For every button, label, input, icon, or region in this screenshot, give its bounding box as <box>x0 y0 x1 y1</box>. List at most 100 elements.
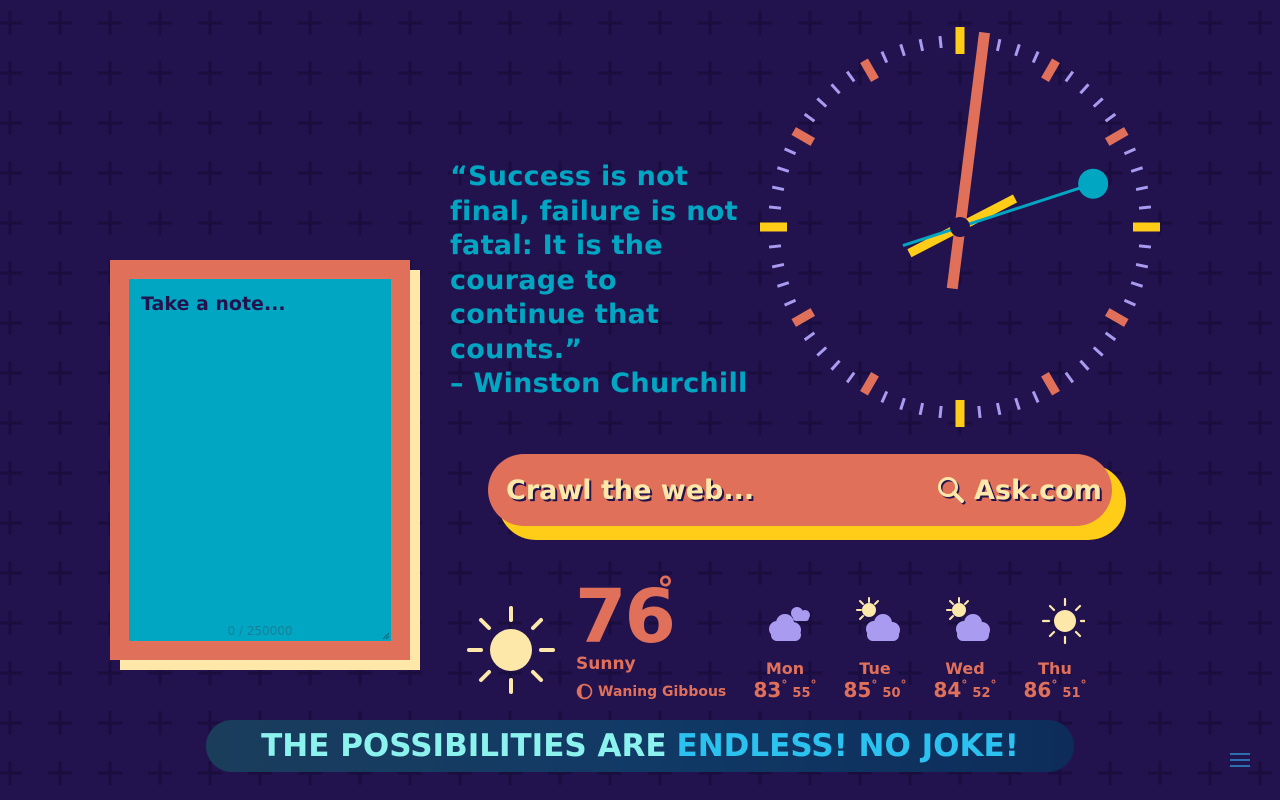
clock-hour-mark <box>791 308 816 327</box>
clock-minute-mark <box>995 402 1002 416</box>
clock-hour-mark <box>1041 371 1060 396</box>
moon-phase-label: Waning Gibbous <box>598 683 727 700</box>
forecast-temps: 83° 55° <box>745 678 825 702</box>
search-engine-label: Ask.com <box>974 474 1102 506</box>
quote-text: “Success is not final, failure is not fa… <box>450 161 738 365</box>
clock-minute-mark <box>1138 205 1152 210</box>
clock-minute-mark <box>1014 397 1021 411</box>
banner-text-part2: ENDLESS! NO JOKE! <box>676 728 1019 764</box>
forecast-high: 86 <box>1023 678 1052 702</box>
clock-hour-mark <box>1104 308 1129 327</box>
forecast-temps: 86° 51° <box>1015 678 1095 702</box>
moon-waning-gibbous-icon <box>576 683 593 700</box>
clock-second-hand <box>902 182 1094 247</box>
clock-minute-mark <box>1130 166 1144 173</box>
forecast-day-label: Thu <box>1038 659 1072 678</box>
clock-hour-mark <box>860 371 879 396</box>
clock-minute-mark <box>1092 97 1104 108</box>
forecast-high: 84 <box>933 678 962 702</box>
forecast-temps: 85° 50° <box>835 678 915 702</box>
menu-icon[interactable] <box>1228 748 1252 772</box>
search-icon <box>938 477 966 505</box>
degree-symbol: ° <box>1080 678 1087 692</box>
clock-minute-mark <box>938 405 943 419</box>
clock-minute-mark <box>938 35 943 49</box>
clock-minute-mark <box>1135 185 1149 192</box>
clock-hour-mark <box>1104 127 1129 146</box>
forecast-high: 85 <box>843 678 872 702</box>
clock-minute-mark <box>771 185 785 192</box>
clock-minute-mark <box>899 43 906 57</box>
temperature-degree-symbol: ° <box>657 570 674 610</box>
clock-minute-mark <box>1104 331 1117 342</box>
clock-minute-mark <box>880 50 889 64</box>
clock-minute-mark <box>1014 43 1021 57</box>
degree-symbol: ° <box>1051 678 1058 692</box>
clock-minute-mark <box>845 371 856 384</box>
clock-minute-mark <box>918 38 925 52</box>
clock-minute-mark <box>803 112 816 123</box>
forecast-day-tue: Tue 85° 50° <box>835 596 915 702</box>
forecast-high: 83 <box>753 678 782 702</box>
partly-cloudy-icon <box>946 597 990 641</box>
clock-minute-mark <box>830 359 841 371</box>
clock-minute-mark <box>1092 346 1104 357</box>
clock-center-pin <box>950 217 970 237</box>
note-textarea[interactable] <box>129 279 391 641</box>
search-engine-button[interactable]: Ask.com <box>936 470 1102 510</box>
sun-icon <box>1041 597 1085 645</box>
clock-minute-mark <box>783 298 797 307</box>
clock-minute-mark <box>803 331 816 342</box>
forecast-low: 52 <box>972 686 991 701</box>
forecast-low: 51 <box>1062 686 1081 701</box>
clock-minute-mark <box>1079 359 1090 371</box>
note-character-counter: 0 / 250000 <box>227 624 293 638</box>
clock-minute-hand <box>946 31 991 290</box>
degree-symbol: ° <box>990 678 997 692</box>
clock-minute-mark <box>771 262 785 269</box>
forecast-day-label: Wed <box>945 659 985 678</box>
forecast-temps: 84° 52° <box>925 678 1005 702</box>
clock-minute-mark <box>899 397 906 411</box>
banner-text-part1: THE POSSIBILITIES ARE <box>261 728 667 764</box>
degree-symbol: ° <box>900 678 907 692</box>
degree-symbol: ° <box>810 678 817 692</box>
clock-minute-mark <box>1135 262 1149 269</box>
moon-phase: Waning Gibbous <box>576 683 726 700</box>
degree-symbol: ° <box>871 678 878 692</box>
forecast-day-label: Tue <box>859 659 891 678</box>
clock-hour-mark <box>1041 58 1060 83</box>
clock-minute-mark <box>783 147 797 156</box>
clock-minute-mark <box>776 166 790 173</box>
clock-minute-mark <box>816 346 828 357</box>
clock-hour-mark <box>860 58 879 83</box>
sun-icon <box>467 606 555 694</box>
clock-minute-mark <box>880 390 889 404</box>
clock-minute-mark <box>1138 244 1152 249</box>
clock-minute-mark <box>816 97 828 108</box>
clock-minute-mark <box>776 281 790 288</box>
clock-minute-mark <box>1031 390 1040 404</box>
forecast-day-mon: Mon 83° 55° <box>745 596 825 702</box>
forecast-day-thu: Thu 86° 51° <box>1015 596 1095 702</box>
forecast-day-wed: Wed 84° 52° <box>925 596 1005 702</box>
clock-hour-mark <box>791 127 816 146</box>
forecast-low: 50 <box>882 686 901 701</box>
cloudy-icon <box>769 607 810 641</box>
current-condition: Sunny <box>576 654 636 674</box>
resize-grip-icon[interactable] <box>380 630 390 640</box>
clock-minute-mark <box>1104 112 1117 123</box>
search-input[interactable] <box>506 468 916 512</box>
clock-minute-mark <box>1079 83 1090 95</box>
clock-minute-mark <box>1064 70 1075 83</box>
clock-minute-mark <box>1123 147 1137 156</box>
clock-minute-mark <box>1123 298 1137 307</box>
forecast-low: 55 <box>792 686 811 701</box>
clock-minute-mark <box>1130 281 1144 288</box>
quote-author: – Winston Churchill <box>450 368 748 399</box>
forecast-day-label: Mon <box>765 659 805 678</box>
clock-minute-mark <box>995 38 1002 52</box>
clock-minute-mark <box>1064 371 1075 384</box>
clock-minute-mark <box>768 205 782 210</box>
clock-minute-mark <box>830 83 841 95</box>
